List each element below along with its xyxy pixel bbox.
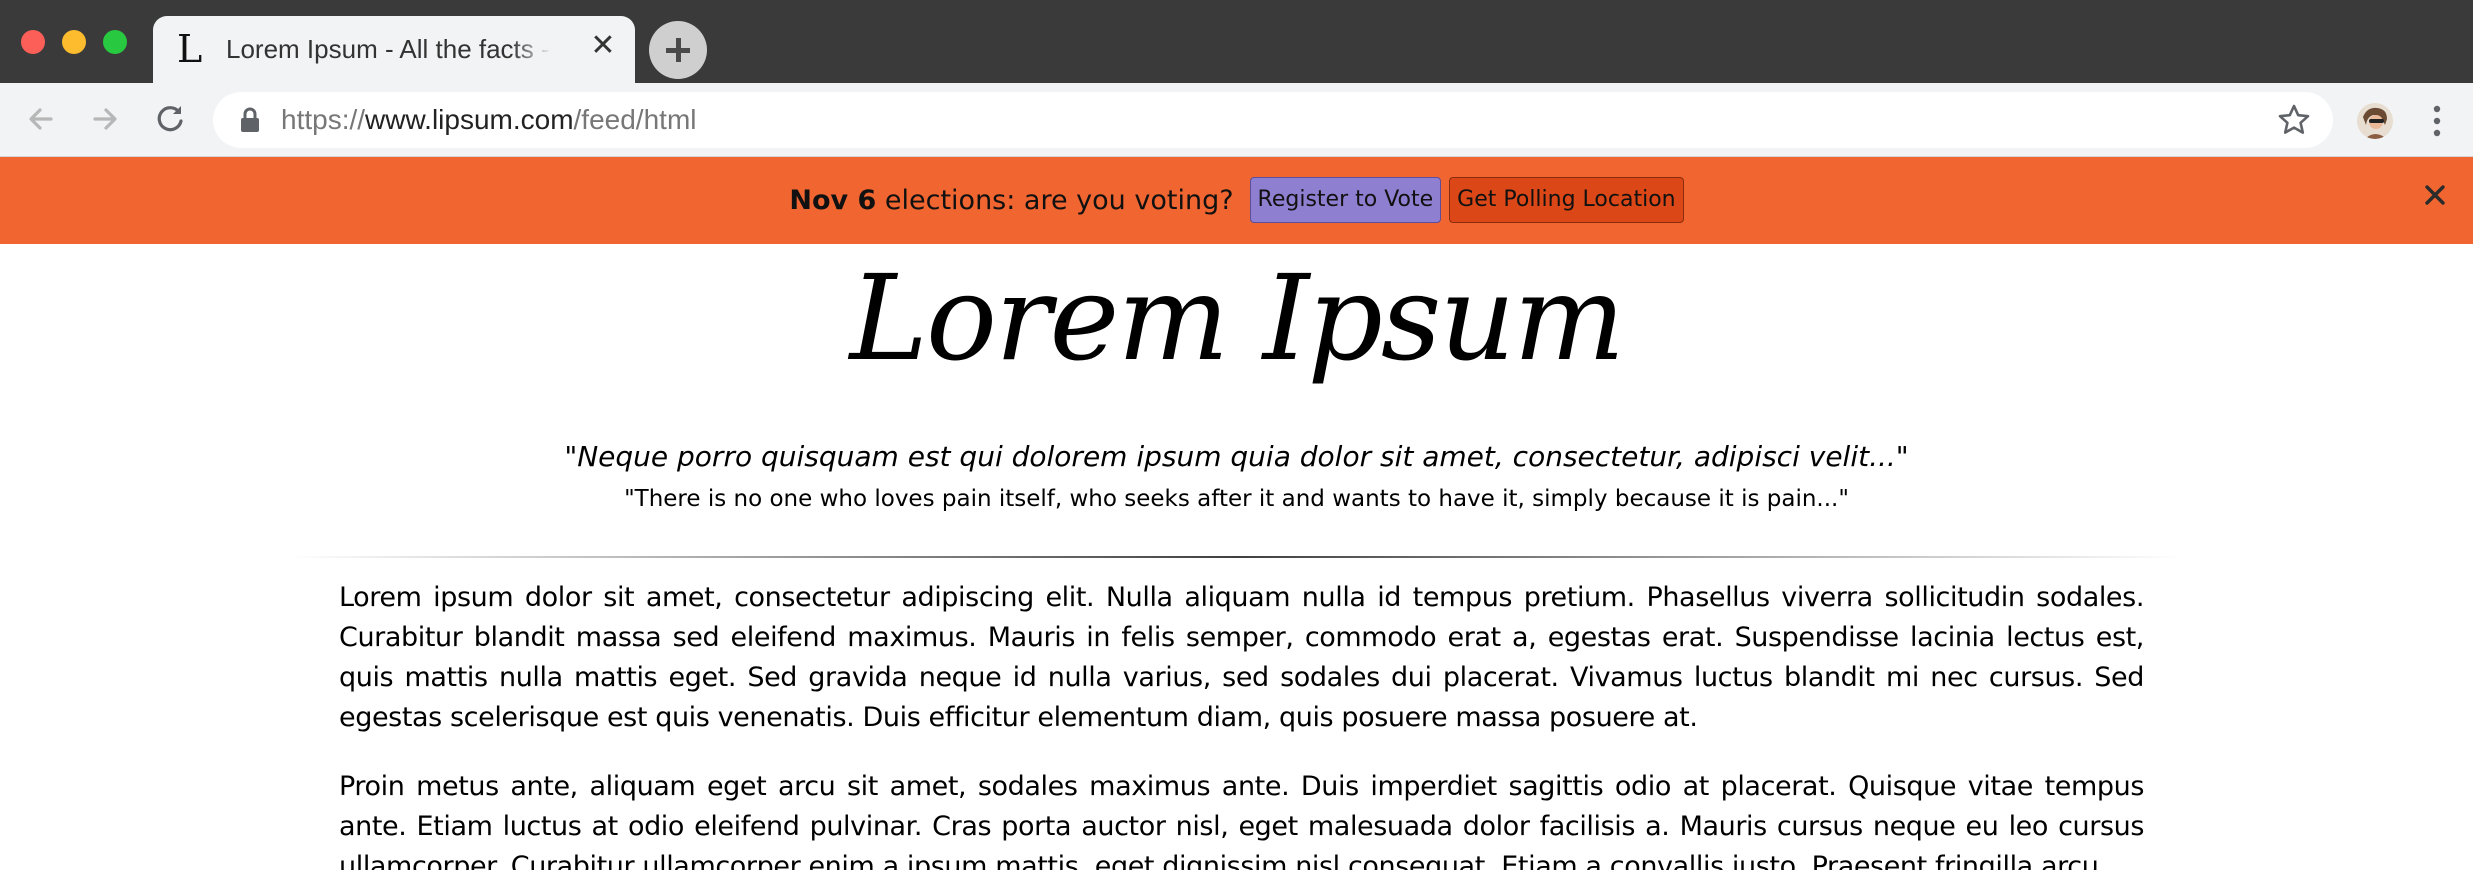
- tab-title: Lorem Ipsum - All the facts - Lipsum gen…: [226, 34, 551, 64]
- paragraph: Lorem ipsum dolor sit amet, consectetur …: [339, 582, 2144, 733]
- url-host: www.lipsum.com: [365, 104, 574, 135]
- get-polling-location-button[interactable]: Get Polling Location: [1449, 177, 1684, 223]
- browser-toolbar: https://www.lipsum.com/feed/html: [0, 83, 2473, 157]
- register-to-vote-button[interactable]: Register to Vote: [1249, 177, 1442, 223]
- back-arrow-icon[interactable]: [19, 97, 63, 141]
- tab-close-icon[interactable]: ✕: [585, 28, 621, 64]
- english-quote: "There is no one who loves pain itself, …: [624, 486, 1849, 512]
- star-icon[interactable]: [2277, 103, 2311, 137]
- paragraph: Proin metus ante, aliquam eget arcu sit …: [339, 771, 2144, 870]
- banner-date: Nov 6: [789, 184, 877, 216]
- divider: [290, 556, 2183, 558]
- address-bar[interactable]: https://www.lipsum.com/feed/html: [213, 92, 2333, 148]
- maximize-window-icon[interactable]: [103, 30, 127, 54]
- close-icon[interactable]: [2417, 177, 2453, 213]
- forward-arrow-icon[interactable]: [83, 97, 127, 141]
- browser-titlebar: L Lorem Ipsum - All the facts - Lipsum g…: [0, 0, 2473, 86]
- banner-content: Nov 6 elections: are you voting? Registe…: [0, 177, 2473, 223]
- site-logo[interactable]: Lorem Ipsum: [0, 248, 2473, 388]
- url-scheme: https://: [281, 104, 366, 135]
- banner-question: elections: are you voting?: [876, 184, 1234, 216]
- new-tab-button[interactable]: [649, 21, 707, 79]
- site-favicon-icon: L: [177, 27, 203, 71]
- url-text[interactable]: https://www.lipsum.com/feed/html: [281, 104, 696, 136]
- close-window-icon[interactable]: [21, 30, 45, 54]
- browser-tab-active[interactable]: L Lorem Ipsum - All the facts - Lipsum g…: [153, 16, 635, 86]
- kebab-menu-icon[interactable]: [2427, 101, 2447, 141]
- banner-message: Nov 6 elections: are you voting?: [789, 185, 1233, 216]
- url-path: /feed/html: [573, 104, 697, 135]
- election-banner: Nov 6 elections: are you voting? Registe…: [0, 157, 2473, 244]
- latin-quote: "Neque porro quisquam est qui dolorem ip…: [564, 440, 1909, 473]
- lock-icon[interactable]: [239, 107, 261, 133]
- avatar[interactable]: [2357, 103, 2393, 139]
- reload-icon[interactable]: [148, 97, 192, 141]
- minimize-window-icon[interactable]: [62, 30, 86, 54]
